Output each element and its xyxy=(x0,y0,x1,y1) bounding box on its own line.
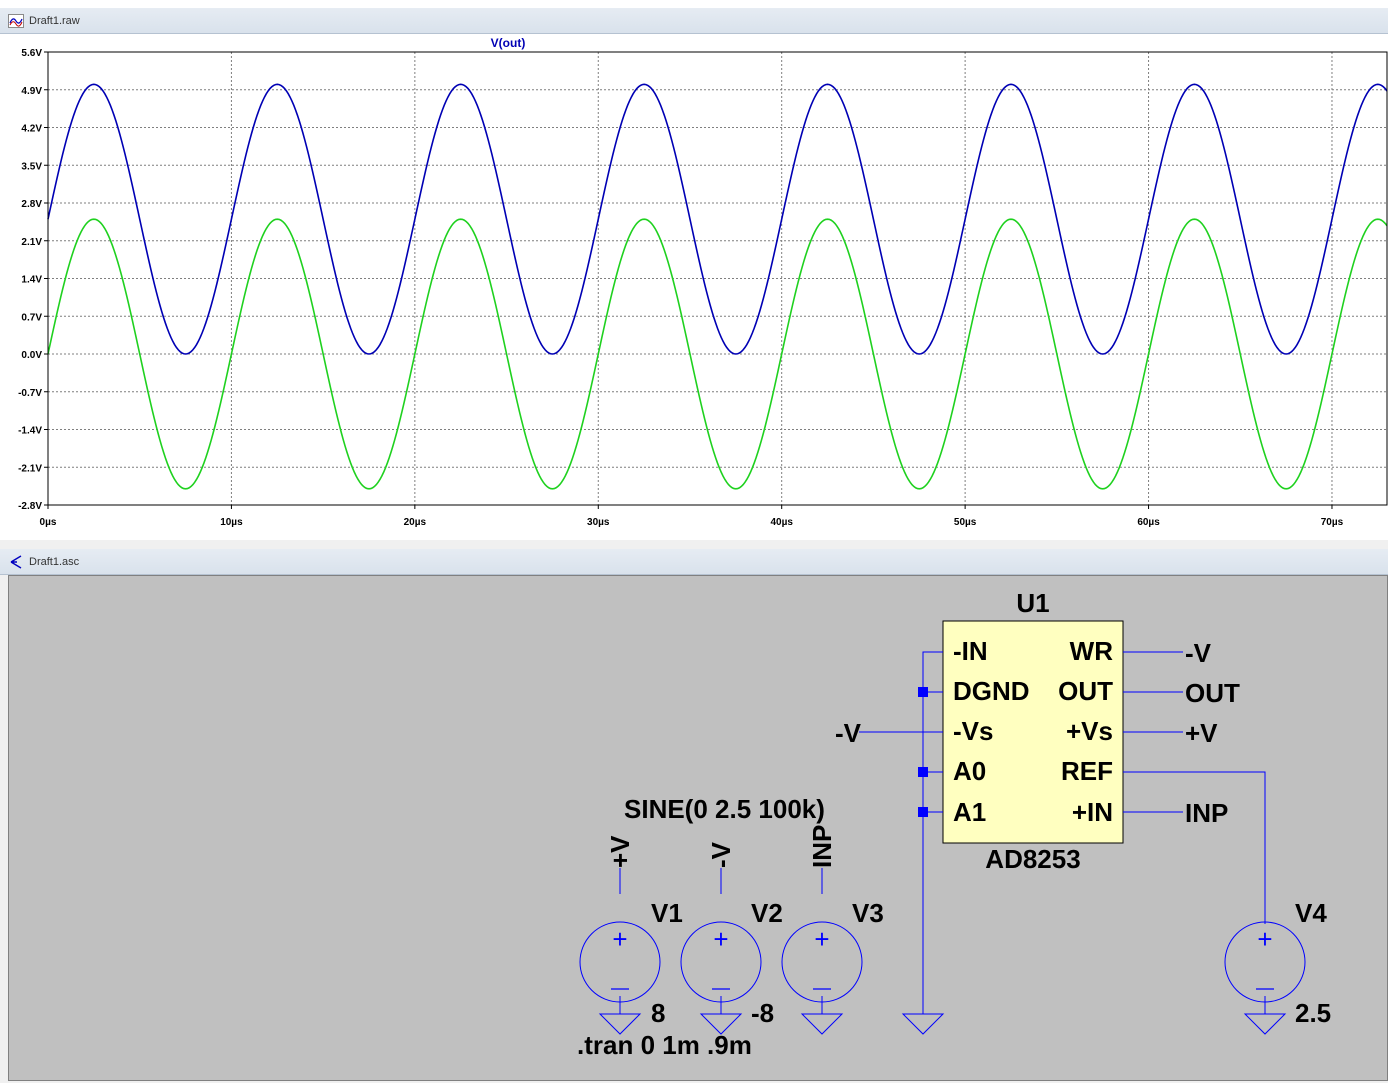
plus-sign-icon: + xyxy=(713,924,728,954)
plus-sign-icon: + xyxy=(1257,924,1272,954)
sine-directive[interactable]: SINE(0 2.5 100k) xyxy=(624,794,825,824)
plus-sign-icon: + xyxy=(814,924,829,954)
waveform-plot[interactable]: V(out) 5.6V 4.9V 4.2V 3.5V 2.8V 2.1V 1.4V 0.7V 0… xyxy=(0,35,1388,540)
waveform-file-icon xyxy=(8,14,24,28)
pin-label-minus-vs: -Vs xyxy=(953,716,993,746)
y-tick-label: 4.2V xyxy=(21,124,42,135)
pin-label-out: OUT xyxy=(1058,676,1113,706)
schematic-file-icon xyxy=(10,555,22,569)
x-tick-label: 10µs xyxy=(220,517,243,528)
y-tick-label: 5.6V xyxy=(21,48,42,59)
y-tick-label: 0.7V xyxy=(21,312,42,323)
waveform-window-title: Draft1.raw xyxy=(29,15,80,27)
pin-label-plus-in: +IN xyxy=(1072,797,1113,827)
x-tick-label: 70µs xyxy=(1321,517,1344,528)
net-label-wr-minus-v[interactable]: -V xyxy=(1185,638,1212,668)
net-label-inp-v3[interactable]: INP xyxy=(807,825,837,868)
y-tick-label: 2.1V xyxy=(21,237,42,248)
schematic-canvas[interactable]: U1 AD8253 -IN DGND -Vs A0 A1 WR OUT +Vs … xyxy=(8,575,1388,1081)
y-tick-label: -2.1V xyxy=(18,463,42,474)
component-part-ad8253[interactable]: AD8253 xyxy=(985,844,1080,874)
y-tick-label: 1.4V xyxy=(21,275,42,286)
x-tick-label: 50µs xyxy=(954,517,977,528)
x-tick-label: 60µs xyxy=(1137,517,1160,528)
waveform-titlebar[interactable]: Draft1.raw xyxy=(0,8,1388,34)
waveform-window: Draft1.raw V(out) 5.6V 4.9V 4.2V 3.5V 2.8V 2.… xyxy=(0,0,1388,540)
trace-label-vout[interactable]: V(out) xyxy=(491,36,526,50)
y-tick-label: -1.4V xyxy=(18,426,42,437)
tran-directive[interactable]: .tran 0 1m .9m xyxy=(577,1030,752,1060)
net-label-minus-v-v2[interactable]: -V xyxy=(706,841,736,868)
y-tick-label: -0.7V xyxy=(18,388,42,399)
voltage-source-v3[interactable]: + xyxy=(781,921,863,1003)
schematic-titlebar[interactable]: Draft1.asc xyxy=(0,549,1388,575)
pin-label-a1: A1 xyxy=(953,797,986,827)
schematic-window: Draft1.asc U1 AD8253 -IN DGND -Vs A0 A1 … xyxy=(0,543,1388,1083)
schematic-window-title: Draft1.asc xyxy=(29,556,80,568)
voltage-source-v4[interactable]: + xyxy=(1224,921,1306,1003)
net-label-out[interactable]: OUT xyxy=(1185,678,1240,708)
source-ref-v4[interactable]: V4 xyxy=(1295,898,1327,928)
pin-label-ref: REF xyxy=(1061,756,1113,786)
schematic-drawing: U1 AD8253 -IN DGND -Vs A0 A1 WR OUT +Vs … xyxy=(577,588,1331,1060)
x-tick-label: 0µs xyxy=(40,517,57,528)
y-tick-label: -2.8V xyxy=(18,501,42,512)
net-label-minus-v-left[interactable]: -V xyxy=(835,718,862,748)
source-value-v4[interactable]: 2.5 xyxy=(1295,998,1331,1028)
pin-label-minus-in: -IN xyxy=(953,636,988,666)
pin-label-wr: WR xyxy=(1070,636,1114,666)
x-tick-label: 40µs xyxy=(770,517,793,528)
source-ref-v2[interactable]: V2 xyxy=(751,898,783,928)
voltage-source-v2[interactable]: + xyxy=(680,921,762,1003)
y-tick-label: 2.8V xyxy=(21,199,42,210)
net-label-plus-v-v1[interactable]: +V xyxy=(605,835,635,868)
plus-sign-icon: + xyxy=(612,924,627,954)
source-ref-v3[interactable]: V3 xyxy=(852,898,884,928)
source-value-v2[interactable]: -8 xyxy=(751,998,774,1028)
y-tick-label: 0.0V xyxy=(21,350,42,361)
net-label-inp[interactable]: INP xyxy=(1185,798,1228,828)
ground-icon xyxy=(800,1013,844,1035)
voltage-source-v1[interactable]: + xyxy=(579,921,661,1003)
component-ref-u1[interactable]: U1 xyxy=(1016,588,1049,618)
ground-icon xyxy=(901,1013,945,1035)
ground-icon xyxy=(1243,1013,1287,1035)
x-tick-label: 20µs xyxy=(404,517,427,528)
pin-label-plus-vs: +Vs xyxy=(1066,716,1113,746)
x-tick-label: 30µs xyxy=(587,517,610,528)
source-value-v1[interactable]: 8 xyxy=(651,998,665,1028)
y-tick-label: 4.9V xyxy=(21,86,42,97)
y-tick-label: 3.5V xyxy=(21,161,42,172)
pin-label-dgnd: DGND xyxy=(953,676,1030,706)
source-ref-v1[interactable]: V1 xyxy=(651,898,683,928)
pin-label-a0: A0 xyxy=(953,756,986,786)
net-label-plus-v[interactable]: +V xyxy=(1185,718,1218,748)
